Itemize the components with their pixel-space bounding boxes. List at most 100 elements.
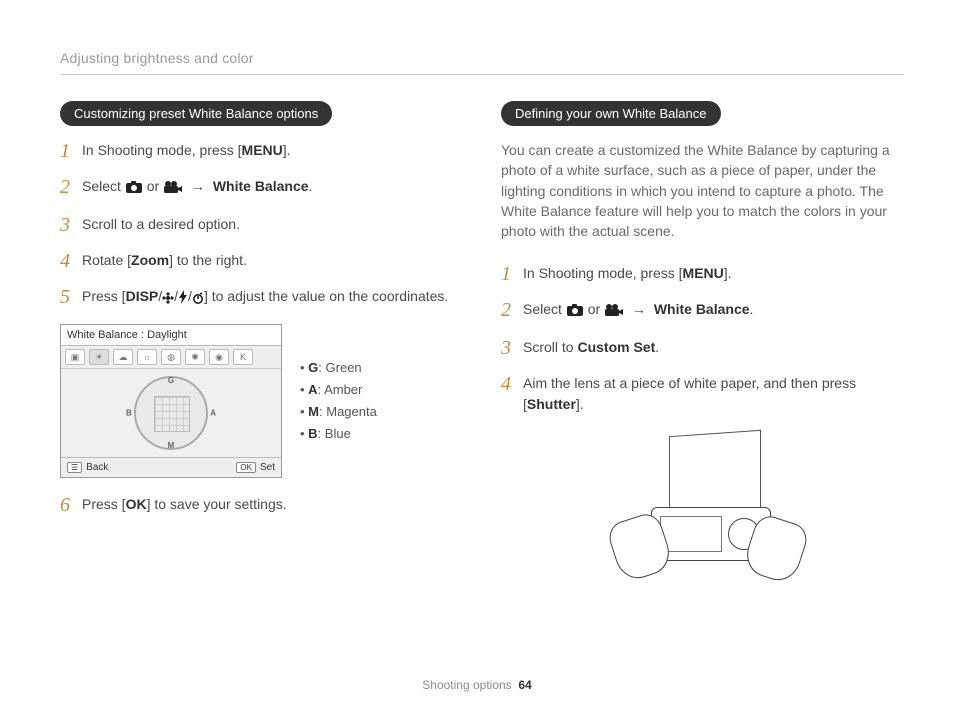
step-text: Select or → White Balance. xyxy=(523,299,904,323)
step-text: In Shooting mode, press [MENU]. xyxy=(82,140,463,161)
ok-label: OK xyxy=(126,496,147,512)
camera-screen-icon xyxy=(660,516,722,552)
lcd-mode-icon: ☁ xyxy=(113,349,133,365)
step-number: 5 xyxy=(60,286,82,308)
t: ]. xyxy=(283,142,291,158)
step-text: Select or → White Balance. xyxy=(82,176,463,200)
page-footer: Shooting options 64 xyxy=(0,678,954,692)
legend-val: : Magenta xyxy=(319,404,377,419)
t: . xyxy=(309,178,313,194)
menu-label: MENU xyxy=(683,265,724,281)
legend-key: M xyxy=(308,404,319,419)
lcd-mode-icon: K xyxy=(233,349,253,365)
t: ] to the right. xyxy=(169,252,247,268)
menu-label: MENU xyxy=(242,142,283,158)
legend-row: • A: Amber xyxy=(300,379,377,401)
step-number: 4 xyxy=(501,373,523,395)
step-text: Scroll to Custom Set. xyxy=(523,337,904,358)
step-number: 3 xyxy=(60,214,82,236)
t: ]. xyxy=(724,265,732,281)
lcd-mode-icon: ◉ xyxy=(209,349,229,365)
legend-row: • B: Blue xyxy=(300,423,377,445)
legend-val: : Blue xyxy=(318,426,351,441)
lcd-icon-row: ▣ ☀ ☁ ☼ ◍ ✺ ◉ K xyxy=(61,346,281,369)
video-icon xyxy=(604,302,624,323)
step-number: 1 xyxy=(60,140,82,162)
t: In Shooting mode, press [ xyxy=(82,142,242,158)
right-step-2: 2 Select or → White Balance. xyxy=(501,299,904,323)
lcd-back: ☰Back xyxy=(67,462,108,473)
t: . xyxy=(750,301,754,317)
t: Select xyxy=(523,301,566,317)
step-number: 3 xyxy=(501,337,523,359)
lcd-body: G A M B xyxy=(61,369,281,457)
t: Press [ xyxy=(82,496,126,512)
step-number: 4 xyxy=(60,250,82,272)
step-number: 6 xyxy=(60,494,82,516)
legend-key: G xyxy=(308,360,318,375)
dial-label-a: A xyxy=(210,409,216,418)
right-intro: You can create a customized the White Ba… xyxy=(501,140,904,241)
t: ] to adjust the value on the coordinates… xyxy=(204,288,448,304)
t: ] to save your settings. xyxy=(147,496,287,512)
step-text: Press [OK] to save your settings. xyxy=(82,494,463,515)
section-pill-customizing: Customizing preset White Balance options xyxy=(60,101,332,126)
flower-icon xyxy=(162,289,174,310)
lcd-mode-icon: ▣ xyxy=(65,349,85,365)
right-step-3: 3 Scroll to Custom Set. xyxy=(501,337,904,359)
left-step-2: 2 Select or → White Balance. xyxy=(60,176,463,200)
legend-row: • G: Green xyxy=(300,357,377,379)
camera-icon xyxy=(125,179,143,200)
legend-key: A xyxy=(308,382,317,397)
left-step-5: 5 Press [DISP///] to adjust the value on… xyxy=(60,286,463,310)
white-balance-label: White Balance xyxy=(213,178,309,194)
step-number: 2 xyxy=(60,176,82,198)
right-step-4: 4 Aim the lens at a piece of white paper… xyxy=(501,373,904,415)
left-steps: 1 In Shooting mode, press [MENU]. 2 Sele… xyxy=(60,140,463,310)
step-text: Aim the lens at a piece of white paper, … xyxy=(523,373,904,415)
video-icon xyxy=(163,179,183,200)
section-pill-defining: Defining your own White Balance xyxy=(501,101,721,126)
shutter-label: Shutter xyxy=(527,396,576,412)
legend-val: : Green xyxy=(318,360,361,375)
disp-label: DISP xyxy=(126,288,159,304)
step-text: Press [DISP///] to adjust the value on t… xyxy=(82,286,463,310)
dial-grid xyxy=(154,396,190,432)
timer-icon xyxy=(192,289,204,310)
header-rule xyxy=(60,74,904,75)
lcd-preview: White Balance : Daylight ▣ ☀ ☁ ☼ ◍ ✺ ◉ K… xyxy=(60,324,282,478)
white-balance-label: White Balance xyxy=(654,301,750,317)
lcd-footer: ☰Back OKSet xyxy=(61,457,281,477)
custom-set-label: Custom Set xyxy=(577,339,655,355)
left-steps-cont: 6 Press [OK] to save your settings. xyxy=(60,494,463,516)
footer-section: Shooting options xyxy=(422,678,511,692)
dial-label-g: G xyxy=(168,376,174,385)
right-column: Defining your own White Balance You can … xyxy=(501,101,904,599)
camera-icon xyxy=(566,302,584,323)
lcd-set: OKSet xyxy=(236,462,275,473)
t: . xyxy=(655,339,659,355)
lcd-mode-icon: ☼ xyxy=(137,349,157,365)
wb-dial: G A M B xyxy=(134,376,208,450)
legend-row: • M: Magenta xyxy=(300,401,377,423)
t: Select xyxy=(82,178,125,194)
lcd-mode-icon: ☀ xyxy=(89,349,109,365)
lcd-title: White Balance : Daylight xyxy=(61,325,281,346)
step-number: 1 xyxy=(501,263,523,285)
zoom-label: Zoom xyxy=(131,252,169,268)
t: Press [ xyxy=(82,288,126,304)
arrow: → xyxy=(628,301,650,317)
t: In Shooting mode, press [ xyxy=(523,265,683,281)
hands-camera-illustration xyxy=(583,429,823,599)
color-legend: • G: Green • A: Amber • M: Magenta • B: … xyxy=(300,357,377,445)
dial-label-b: B xyxy=(126,409,132,418)
lcd-and-legend: White Balance : Daylight ▣ ☀ ☁ ☼ ◍ ✺ ◉ K… xyxy=(60,324,463,478)
set-label: Set xyxy=(260,462,275,473)
footer-page-number: 64 xyxy=(518,678,531,692)
left-column: Customizing preset White Balance options… xyxy=(60,101,463,599)
legend-key: B xyxy=(308,426,317,441)
t: or xyxy=(588,301,604,317)
t: or xyxy=(147,178,163,194)
step-text: Scroll to a desired option. xyxy=(82,214,463,235)
right-step-1: 1 In Shooting mode, press [MENU]. xyxy=(501,263,904,285)
